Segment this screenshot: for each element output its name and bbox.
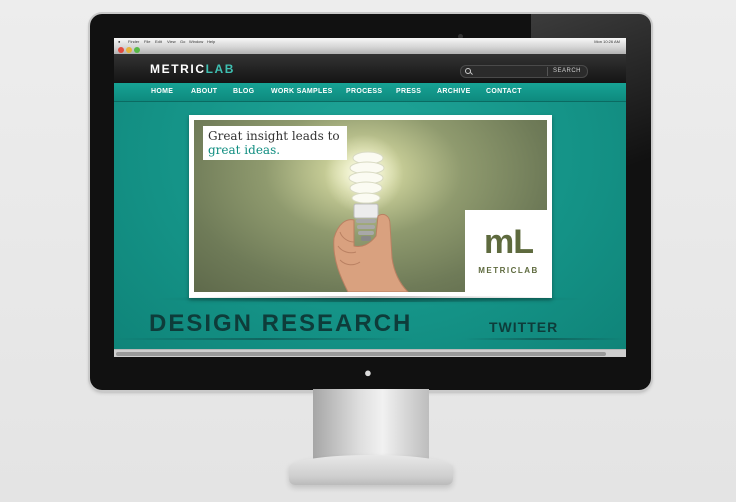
browser-titlebar: [114, 46, 626, 54]
metriclab-badge: mL METRICLAB: [465, 210, 547, 292]
main-nav: HOME ABOUT BLOG WORK SAMPLES PROCESS PRE…: [114, 83, 626, 102]
menu-view[interactable]: View: [167, 38, 176, 46]
horizontal-scrollbar[interactable]: [114, 349, 626, 357]
logo-lab: LAB: [205, 62, 236, 76]
heading-underline: [114, 338, 414, 340]
menu-window[interactable]: Window: [189, 38, 203, 46]
nav-process[interactable]: PROCESS: [346, 87, 382, 96]
search-button[interactable]: SEARCH: [547, 67, 586, 76]
tagline-line-2: great ideas.: [208, 143, 281, 157]
hero-banner[interactable]: Great insight leads to great ideas. mL M…: [189, 115, 552, 298]
nav-contact[interactable]: CONTACT: [486, 87, 522, 96]
screen: ● Finder File Edit View Go Window Help M…: [114, 38, 626, 357]
monitor-stand-neck: [313, 389, 429, 459]
twitter-heading[interactable]: TWITTER: [489, 319, 558, 335]
menubar-clock[interactable]: Mon 10:26 AM: [594, 38, 620, 46]
nav-press[interactable]: PRESS: [396, 87, 421, 96]
apple-menu-icon[interactable]: ●: [118, 38, 120, 46]
apple-logo-icon: ●: [364, 365, 372, 380]
minimize-button[interactable]: [126, 47, 132, 53]
section-divider: [154, 296, 586, 302]
nav-home[interactable]: HOME: [151, 87, 173, 96]
zoom-button[interactable]: [134, 47, 140, 53]
close-button[interactable]: [118, 47, 124, 53]
heading-underline: [464, 338, 624, 340]
site-logo[interactable]: METRICLAB: [150, 63, 235, 75]
nav-about[interactable]: ABOUT: [191, 87, 217, 96]
ml-logo-mark: mL: [484, 223, 534, 261]
menu-go[interactable]: Go: [180, 38, 185, 46]
menu-finder[interactable]: Finder: [128, 38, 139, 46]
tagline-line-1: Great insight leads to: [208, 129, 340, 143]
design-research-heading[interactable]: DESIGN RESEARCH: [149, 311, 412, 337]
logo-metric: METRIC: [150, 62, 206, 76]
tagline-box: Great insight leads to great ideas.: [203, 126, 347, 160]
hero-photo: Great insight leads to great ideas. mL M…: [194, 120, 547, 292]
site-header: METRICLAB SEARCH: [114, 54, 626, 83]
os-menubar: ● Finder File Edit View Go Window Help M…: [114, 38, 626, 46]
nav-blog[interactable]: BLOG: [233, 87, 254, 96]
monitor-stand-base: [289, 455, 453, 485]
ml-logo-name: METRICLAB: [478, 266, 539, 275]
menu-file[interactable]: File: [144, 38, 150, 46]
search-box: SEARCH: [460, 65, 588, 78]
scrollbar-thumb[interactable]: [116, 352, 606, 356]
nav-work-samples[interactable]: WORK SAMPLES: [271, 87, 333, 96]
search-input[interactable]: [474, 67, 544, 76]
menu-help[interactable]: Help: [207, 38, 215, 46]
search-icon: [465, 68, 471, 74]
menu-edit[interactable]: Edit: [155, 38, 162, 46]
nav-archive[interactable]: ARCHIVE: [437, 87, 471, 96]
